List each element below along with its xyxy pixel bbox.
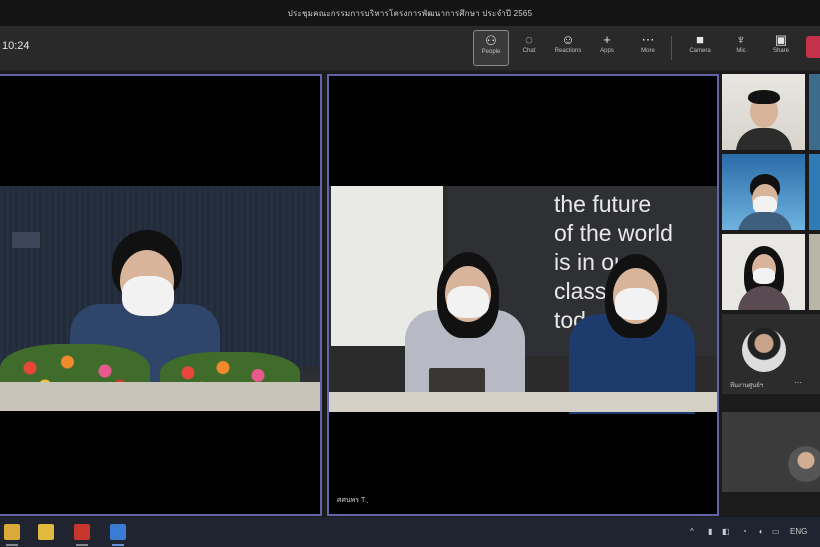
participant-video-right[interactable]: the future of the world is in our classr…: [327, 74, 719, 516]
folder-icon[interactable]: [38, 524, 54, 540]
tray-mic-icon[interactable]: ▮: [708, 527, 712, 536]
share-icon: ▣: [774, 32, 788, 47]
video-stage: the future of the world is in our classr…: [0, 72, 820, 517]
tray-volume-icon[interactable]: ◖: [758, 527, 763, 536]
window-titlebar: ประชุมคณะกรรมการบริหารโครงการพัฒนาการศึก…: [0, 0, 820, 26]
mic-button[interactable]: ♆ Mic: [724, 30, 758, 64]
file-explorer-icon[interactable]: [4, 524, 20, 540]
reactions-icon: ☺: [561, 32, 575, 47]
meeting-timer: 10:24: [2, 40, 30, 52]
avatar-name: ทีมงานศูนย์ฯ: [730, 383, 764, 389]
participant-video-left[interactable]: [0, 74, 322, 516]
leave-button[interactable]: [806, 36, 820, 58]
pdf-reader-icon[interactable]: [74, 524, 90, 540]
desk: [0, 382, 320, 411]
participant-thumb-edge: [809, 74, 820, 150]
desk: [329, 392, 717, 412]
avatar: [742, 328, 786, 372]
language-indicator[interactable]: ENG: [790, 527, 807, 536]
more-icon: ⋯: [641, 32, 655, 47]
camera-button[interactable]: ■ Camera: [683, 30, 717, 64]
plus-icon: +: [603, 32, 611, 47]
toolbar-divider: [671, 36, 672, 60]
participant-thumb-edge: [809, 234, 820, 310]
meeting-room-scene: [0, 186, 320, 411]
self-avatar: [788, 446, 820, 482]
reactions-button[interactable]: ☺ Reactions: [551, 30, 585, 64]
participant-sidebar: ทีมงานศูนย์ฯ ⋯: [720, 72, 820, 517]
meeting-toolbar: 10:24 ⚇ People ◌ Chat ☺ Reactions + Apps…: [0, 26, 820, 70]
participant-thumb-edge: [809, 154, 820, 230]
wall-sign: [12, 232, 40, 248]
tray-network-icon[interactable]: ◔: [742, 527, 747, 536]
more-options-icon[interactable]: ⋯: [794, 378, 802, 387]
participant-thumb[interactable]: [722, 74, 805, 150]
os-taskbar: ^ ▮ ◧ ◔ ◖ ▭ ENG: [0, 517, 820, 547]
people-icon: ⚇: [485, 33, 497, 48]
self-view-tile[interactable]: [722, 412, 820, 492]
tray-battery-icon[interactable]: ▭: [772, 527, 780, 536]
teams-app-icon[interactable]: [110, 524, 126, 540]
share-button[interactable]: ▣ Share: [764, 30, 798, 64]
mic-icon: ♆: [736, 32, 746, 47]
more-button[interactable]: ⋯ More: [631, 30, 665, 64]
apps-button[interactable]: + Apps: [590, 30, 624, 64]
window-title: ประชุมคณะกรรมการบริหารโครงการพัฒนาการศึก…: [287, 8, 533, 18]
participant-thumb[interactable]: [722, 234, 805, 310]
tray-chevron-icon[interactable]: ^: [690, 527, 694, 536]
chat-icon: ◌: [525, 32, 533, 47]
participant-name: ศศนพร T. ฺ: [337, 497, 369, 504]
tray-app-icon[interactable]: ◧: [722, 527, 730, 536]
chat-button[interactable]: ◌ Chat: [512, 30, 546, 64]
meeting-room-scene: the future of the world is in our classr…: [329, 186, 717, 414]
participant-avatar-tile[interactable]: ทีมงานศูนย์ฯ ⋯: [722, 314, 820, 394]
people-button[interactable]: ⚇ People: [473, 30, 509, 66]
participant-thumb[interactable]: [722, 154, 805, 230]
camera-icon: ■: [696, 32, 704, 47]
